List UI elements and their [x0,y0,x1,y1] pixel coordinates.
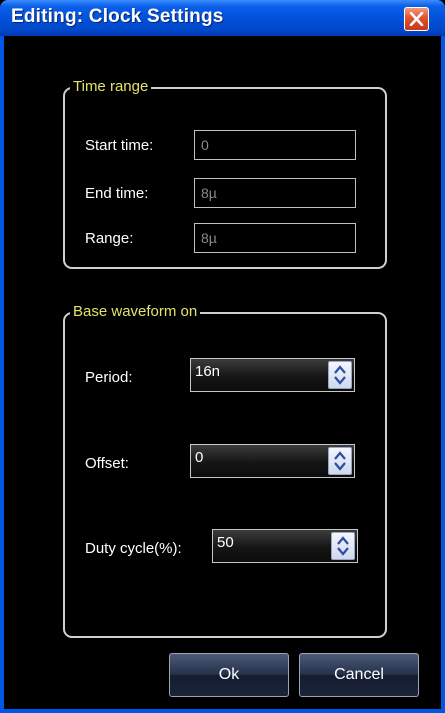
end-time-label: End time: [85,185,149,202]
end-time-field[interactable]: 8µ [194,178,356,208]
title-bar[interactable]: Editing: Clock Settings [0,0,445,36]
up-down-arrows-icon [337,536,349,556]
time-range-legend: Time range [70,78,152,96]
duty-cycle-value[interactable]: 50 [217,534,234,551]
up-down-arrows-icon [334,365,346,385]
period-value[interactable]: 16n [195,363,220,380]
dialog-body: Time range Start time: 0 End time: 8µ Ra… [4,36,441,709]
duty-cycle-spin-button[interactable] [331,532,355,560]
range-field[interactable]: 8µ [194,223,356,253]
window-title: Editing: Clock Settings [11,6,224,27]
base-waveform-group: Base waveform on Period: 16n Offset: 0 D… [63,303,387,638]
up-down-arrows-icon [334,451,346,471]
period-spinner[interactable]: 16n [190,358,355,392]
range-label: Range: [85,230,134,247]
start-time-label: Start time: [85,137,154,154]
duty-cycle-label: Duty cycle(%): [85,540,182,557]
period-label: Period: [85,369,133,386]
start-time-field[interactable]: 0 [194,130,356,160]
cancel-button[interactable]: Cancel [299,653,419,697]
offset-value[interactable]: 0 [195,449,203,466]
offset-spinner[interactable]: 0 [190,444,355,478]
base-waveform-legend: Base waveform on [70,303,201,321]
time-range-group: Time range Start time: 0 End time: 8µ Ra… [63,78,387,269]
offset-label: Offset: [85,455,129,472]
close-button[interactable] [404,7,429,31]
ok-button[interactable]: Ok [169,653,289,697]
offset-spin-button[interactable] [328,447,352,475]
clock-settings-dialog: Editing: Clock Settings Time range Start… [0,0,445,713]
close-icon [409,12,424,26]
period-spin-button[interactable] [328,361,352,389]
duty-cycle-spinner[interactable]: 50 [212,529,358,563]
